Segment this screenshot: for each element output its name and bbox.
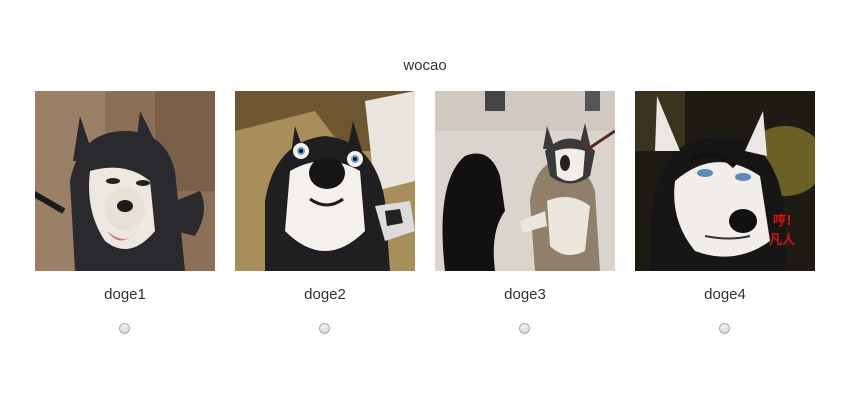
image-text-line-2: 凡人	[769, 232, 796, 248]
option-card-2: doge2	[235, 91, 415, 341]
option-label-2: doge2	[304, 286, 346, 303]
husky-photo-1	[35, 91, 215, 271]
option-radio-4[interactable]	[719, 323, 730, 334]
option-card-3: doge3	[435, 91, 615, 341]
option-card-4: 哼! 凡人 doge4	[635, 91, 815, 341]
husky-photo-4: 哼! 凡人	[635, 91, 815, 271]
option-radio-1[interactable]	[119, 323, 130, 334]
husky-photo-2	[235, 91, 415, 271]
option-card-1: doge1	[35, 91, 215, 341]
image-text-line-1: 哼!	[773, 213, 792, 229]
husky-photo-3	[435, 91, 615, 271]
option-radio-2[interactable]	[319, 323, 330, 334]
option-label-4: doge4	[704, 286, 746, 303]
option-list: doge1 doge2 doge3 哼! 凡人 doge4	[35, 91, 815, 351]
page-title: wocao	[403, 57, 447, 74]
option-label-1: doge1	[104, 286, 146, 303]
option-radio-3[interactable]	[519, 323, 530, 334]
option-label-3: doge3	[504, 286, 546, 303]
